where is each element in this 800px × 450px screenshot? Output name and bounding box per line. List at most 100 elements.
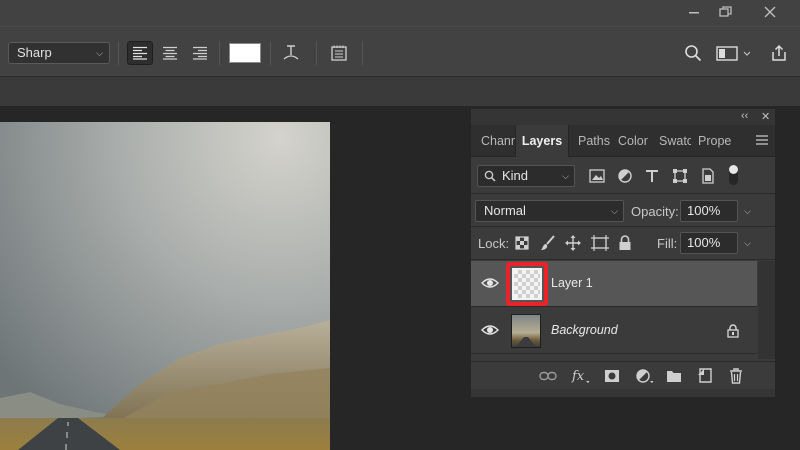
align-center-button[interactable] xyxy=(157,41,183,65)
panel-tabs: Chann Layers Paths Color Swatc Prope xyxy=(471,125,775,157)
lock-row: Lock: Fill: 100% ⌵ xyxy=(471,227,775,259)
search-icon xyxy=(484,170,496,182)
share-button[interactable] xyxy=(766,41,792,65)
layer-style-button[interactable]: fx xyxy=(571,368,589,384)
align-center-icon xyxy=(163,46,177,60)
layers-panel: ‹‹ ✕ Chann Layers Paths Color Swatc Prop… xyxy=(470,108,776,398)
filter-row: Kind ⌵ xyxy=(471,157,775,193)
opacity-value: 100% xyxy=(687,203,721,218)
filter-kind-select[interactable]: Kind ⌵ xyxy=(477,165,575,187)
layer-row-layer-1[interactable]: Layer 1 xyxy=(471,261,757,307)
opacity-field[interactable]: 100% ⌵ xyxy=(680,200,751,222)
lock-all-icon[interactable] xyxy=(618,235,632,251)
fill-label: Fill: xyxy=(657,236,678,251)
filter-toggle[interactable] xyxy=(729,165,738,185)
link-layers-button[interactable] xyxy=(539,368,557,384)
lock-transparent-pixels-icon[interactable] xyxy=(515,236,529,250)
opacity-label: Opacity: xyxy=(631,204,679,219)
adjustment-layer-icon xyxy=(636,369,653,383)
add-mask-button[interactable] xyxy=(603,368,621,384)
layers-footer: fx xyxy=(471,361,775,389)
layer-name[interactable]: Layer 1 xyxy=(551,276,593,290)
chevron-down-icon: ⌵ xyxy=(562,171,569,181)
chevron-down-icon: ⌵ xyxy=(744,206,751,216)
align-left-icon xyxy=(133,46,147,60)
tab-properties[interactable]: Prope xyxy=(698,125,732,157)
align-left-button[interactable] xyxy=(127,41,153,65)
layer-thumbnail[interactable] xyxy=(512,268,542,300)
panel-divider xyxy=(471,259,775,260)
blend-mode-value: Normal xyxy=(484,203,526,218)
layer-name[interactable]: Background xyxy=(551,323,618,337)
lock-label: Lock: xyxy=(478,236,510,251)
layer-thumbnail[interactable] xyxy=(511,314,541,348)
new-group-button[interactable] xyxy=(665,368,683,384)
fx-icon: fx xyxy=(571,369,589,384)
pixel-layer-filter-icon[interactable] xyxy=(589,169,605,183)
tab-layers[interactable]: Layers xyxy=(515,125,569,157)
restore-icon xyxy=(719,6,732,17)
delete-layer-button[interactable] xyxy=(727,368,745,384)
lock-image-pixels-icon[interactable] xyxy=(540,235,556,251)
eye-icon[interactable] xyxy=(481,323,499,337)
tab-paths[interactable]: Paths xyxy=(578,125,612,157)
trash-icon xyxy=(730,368,742,384)
panel-resize-grip[interactable] xyxy=(471,389,775,397)
eye-icon[interactable] xyxy=(481,276,499,290)
character-panel-icon xyxy=(331,45,347,61)
text-color-swatch[interactable] xyxy=(229,43,261,63)
align-right-icon xyxy=(193,46,207,60)
toolbar-divider xyxy=(118,41,119,65)
lock-icon xyxy=(727,324,739,338)
minimize-button[interactable] xyxy=(676,0,712,24)
share-icon xyxy=(772,44,786,61)
link-icon xyxy=(539,371,557,381)
svg-text:fx: fx xyxy=(571,369,585,384)
toolbar-divider xyxy=(270,41,271,65)
workspace-icon xyxy=(716,46,750,61)
close-icon xyxy=(764,6,776,18)
fill-field[interactable]: 100% ⌵ xyxy=(680,232,751,254)
tab-channels[interactable]: Chann xyxy=(481,125,517,157)
tab-color[interactable]: Color xyxy=(618,125,652,157)
panel-menu-icon[interactable] xyxy=(755,133,769,147)
adjustment-layer-filter-icon[interactable] xyxy=(617,168,633,184)
filter-kind-value: Kind xyxy=(502,168,529,183)
chevron-down-icon: ⌵ xyxy=(96,48,103,58)
smart-object-filter-icon[interactable] xyxy=(700,168,716,184)
chevron-down-icon: ⌵ xyxy=(611,206,618,216)
document-canvas[interactable] xyxy=(0,122,330,450)
fill-value: 100% xyxy=(687,235,721,250)
lock-artboard-icon[interactable] xyxy=(591,235,609,251)
title-bar xyxy=(0,0,800,26)
collapse-panel-button[interactable]: ‹‹ xyxy=(741,110,748,122)
character-panel-button[interactable] xyxy=(326,41,352,65)
toolbar-divider xyxy=(316,41,317,65)
antialias-select[interactable]: Sharp ⌵ xyxy=(8,42,110,64)
restore-button[interactable] xyxy=(708,0,744,24)
lock-position-icon[interactable] xyxy=(565,235,581,251)
shape-layer-filter-icon[interactable] xyxy=(672,168,688,184)
antialias-value: Sharp xyxy=(17,45,52,60)
close-panel-button[interactable]: ✕ xyxy=(761,110,770,123)
search-icon xyxy=(685,45,702,62)
search-button[interactable] xyxy=(680,41,706,65)
layer-row-background[interactable]: Background xyxy=(471,308,757,354)
layers-scrollbar[interactable] xyxy=(758,261,775,359)
workspace-button[interactable] xyxy=(713,41,753,65)
panel-header: ‹‹ ✕ xyxy=(471,109,775,125)
blend-mode-select[interactable]: Normal ⌵ xyxy=(475,200,624,222)
toolbar-divider xyxy=(362,41,363,65)
warp-text-icon xyxy=(283,45,299,60)
type-layer-filter-icon[interactable] xyxy=(644,168,660,184)
folder-icon xyxy=(667,371,681,382)
options-bar: Sharp ⌵ xyxy=(0,26,800,76)
new-layer-button[interactable] xyxy=(696,368,714,384)
warp-text-button[interactable] xyxy=(278,41,304,65)
new-adjustment-layer-button[interactable] xyxy=(635,368,653,384)
mask-icon xyxy=(605,370,619,382)
tab-swatches[interactable]: Swatc xyxy=(659,125,691,157)
road-thumbnail-icon xyxy=(516,337,536,347)
close-window-button[interactable] xyxy=(752,0,788,24)
align-right-button[interactable] xyxy=(187,41,213,65)
